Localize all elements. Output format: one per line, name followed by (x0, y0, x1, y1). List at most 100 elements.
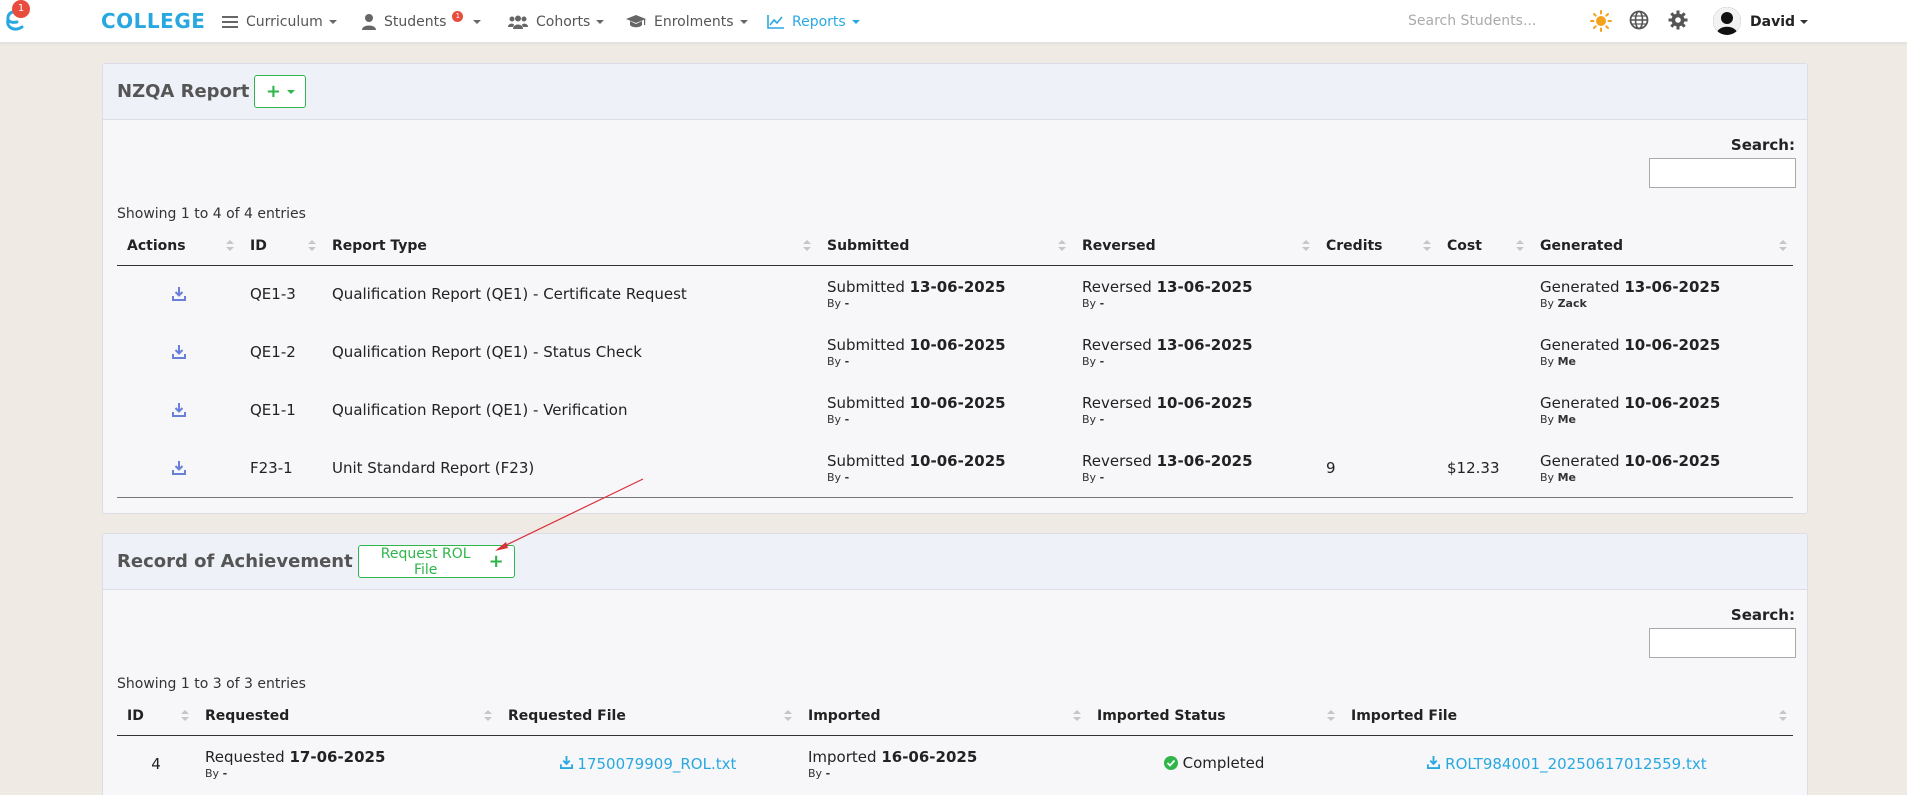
submitted-cell: Submitted 10-06-2025 By - (817, 381, 1072, 439)
nav-cohorts-label: Cohorts (536, 13, 591, 30)
col-imported[interactable]: Imported (798, 697, 1087, 736)
notification-badge[interactable]: 1 (12, 0, 30, 18)
by-value: - (1099, 470, 1105, 484)
col-cost[interactable]: Cost (1437, 227, 1530, 266)
imported-file-link[interactable]: ROLT984001_20250617012559.txt (1427, 755, 1707, 773)
by-label: By (808, 767, 823, 781)
generated-prefix: Generated (1540, 451, 1620, 470)
col-id-label: ID (250, 237, 267, 254)
sort-icon (1327, 710, 1335, 722)
nav-enrolments-label: Enrolments (654, 13, 734, 30)
nzqa-search-input[interactable] (1649, 158, 1796, 188)
avatar[interactable] (1713, 7, 1741, 35)
submitted-prefix: Submitted (827, 336, 905, 354)
check-circle-icon (1163, 756, 1178, 771)
credits-cell (1316, 381, 1437, 439)
by-value: Me (1557, 413, 1576, 426)
generated-cell: Generated 10-06-2025 By Me (1530, 439, 1793, 497)
sort-icon (1779, 710, 1787, 722)
generated-date: 13-06-2025 (1624, 278, 1721, 297)
download-icon[interactable] (171, 460, 186, 475)
download-icon[interactable] (171, 345, 186, 359)
col-report-type-label: Report Type (332, 237, 427, 254)
generated-by: By Me (1540, 355, 1783, 368)
by-label: By (1082, 297, 1097, 311)
gear-icon[interactable] (1668, 10, 1688, 30)
nav-students[interactable]: Students 1 (362, 0, 482, 43)
nzqa-table: Actions ID Report Type Submitted Reverse… (117, 227, 1793, 498)
download-icon[interactable] (171, 403, 186, 417)
download-icon[interactable] (171, 287, 186, 302)
imported-file-cell: ROLT984001_20250617012559.txt (1341, 735, 1793, 793)
submitted-by: By - (827, 471, 1062, 484)
nav-reports[interactable]: Reports (767, 0, 860, 43)
report-type-cell: Qualification Report (QE1) - Certificate… (332, 285, 687, 304)
by-label: By (1540, 470, 1555, 484)
col-report-type[interactable]: Report Type (322, 227, 817, 266)
nav-enrolments[interactable]: Enrolments (626, 0, 748, 43)
nav-curriculum[interactable]: Curriculum (222, 0, 337, 43)
submitted-cell: Submitted 10-06-2025 By - (817, 323, 1072, 381)
sort-icon (1302, 240, 1310, 252)
globe-icon[interactable] (1629, 10, 1649, 30)
col-generated[interactable]: Generated (1530, 227, 1793, 266)
chevron-down-icon (739, 19, 748, 24)
sun-icon[interactable] (1590, 10, 1612, 32)
generated-cell: Generated 13-06-2025 By Zack (1530, 265, 1793, 323)
chevron-down-icon (1800, 19, 1809, 24)
id-cell: F23-1 (250, 458, 293, 477)
col-imported-status[interactable]: Imported Status (1087, 697, 1341, 736)
imported-by: By - (808, 767, 1077, 780)
roa-card-header: Record of Achievement Request ROL File + (103, 534, 1807, 590)
submitted-by: By - (827, 413, 1062, 426)
report-type-cell: Qualification Report (QE1) - Status Chec… (332, 343, 642, 361)
by-label: By (1082, 470, 1097, 484)
by-value: - (844, 297, 850, 311)
col-actions-label: Actions (127, 237, 186, 254)
nav-cohorts[interactable]: Cohorts (508, 0, 605, 43)
col-requested-file[interactable]: Requested File (498, 697, 798, 736)
nzqa-add-dropdown-button[interactable]: + (254, 75, 307, 108)
brand-logo-text[interactable]: COLLEGE (101, 9, 205, 33)
requested-cell: Requested 17-06-2025 By - (195, 735, 498, 793)
col-id[interactable]: ID (240, 227, 322, 266)
reversed-prefix: Reversed (1082, 394, 1152, 412)
by-value: - (1099, 297, 1105, 311)
reversed-date: 13-06-2025 (1156, 451, 1253, 470)
col-actions[interactable]: Actions (117, 227, 240, 266)
requested-file-cell: 1750079909_ROL.txt (498, 735, 798, 793)
users-icon (508, 15, 528, 29)
sort-icon (308, 240, 316, 252)
requested-file-link[interactable]: 1750079909_ROL.txt (559, 755, 736, 773)
col-submitted[interactable]: Submitted (817, 227, 1072, 266)
cost-cell (1437, 381, 1530, 439)
by-label: By (1540, 297, 1555, 311)
student-search-input[interactable] (1408, 8, 1578, 34)
col-reversed[interactable]: Reversed (1072, 227, 1316, 266)
col-reversed-label: Reversed (1082, 237, 1156, 254)
generated-date: 10-06-2025 (1624, 451, 1721, 470)
by-value: - (844, 355, 850, 368)
col-id-label: ID (127, 707, 144, 724)
col-credits[interactable]: Credits (1316, 227, 1437, 266)
col-requested[interactable]: Requested (195, 697, 498, 736)
nzqa-entries-info: Showing 1 to 4 of 4 entries (117, 206, 306, 222)
nzqa-card-title: NZQA Report (117, 81, 250, 102)
submitted-by: By - (827, 355, 1062, 368)
table-row: F23-1 Unit Standard Report (F23) Submitt… (117, 439, 1793, 497)
submitted-date: 10-06-2025 (909, 336, 1006, 354)
submitted-date: 10-06-2025 (909, 451, 1006, 470)
actions-cell (117, 265, 240, 323)
by-value: - (1099, 413, 1105, 426)
generated-cell: Generated 10-06-2025 By Me (1530, 323, 1793, 381)
nav-reports-label: Reports (792, 13, 846, 30)
actions-cell (117, 381, 240, 439)
user-menu[interactable]: David (1750, 0, 1809, 43)
reversed-prefix: Reversed (1082, 278, 1152, 297)
col-imported-file[interactable]: Imported File (1341, 697, 1793, 736)
col-id[interactable]: ID (117, 697, 195, 736)
submitted-by: By - (827, 297, 1062, 310)
reversed-cell: Reversed 10-06-2025 By - (1072, 381, 1316, 439)
reversed-date: 10-06-2025 (1156, 394, 1253, 412)
roa-search-input[interactable] (1649, 628, 1796, 658)
